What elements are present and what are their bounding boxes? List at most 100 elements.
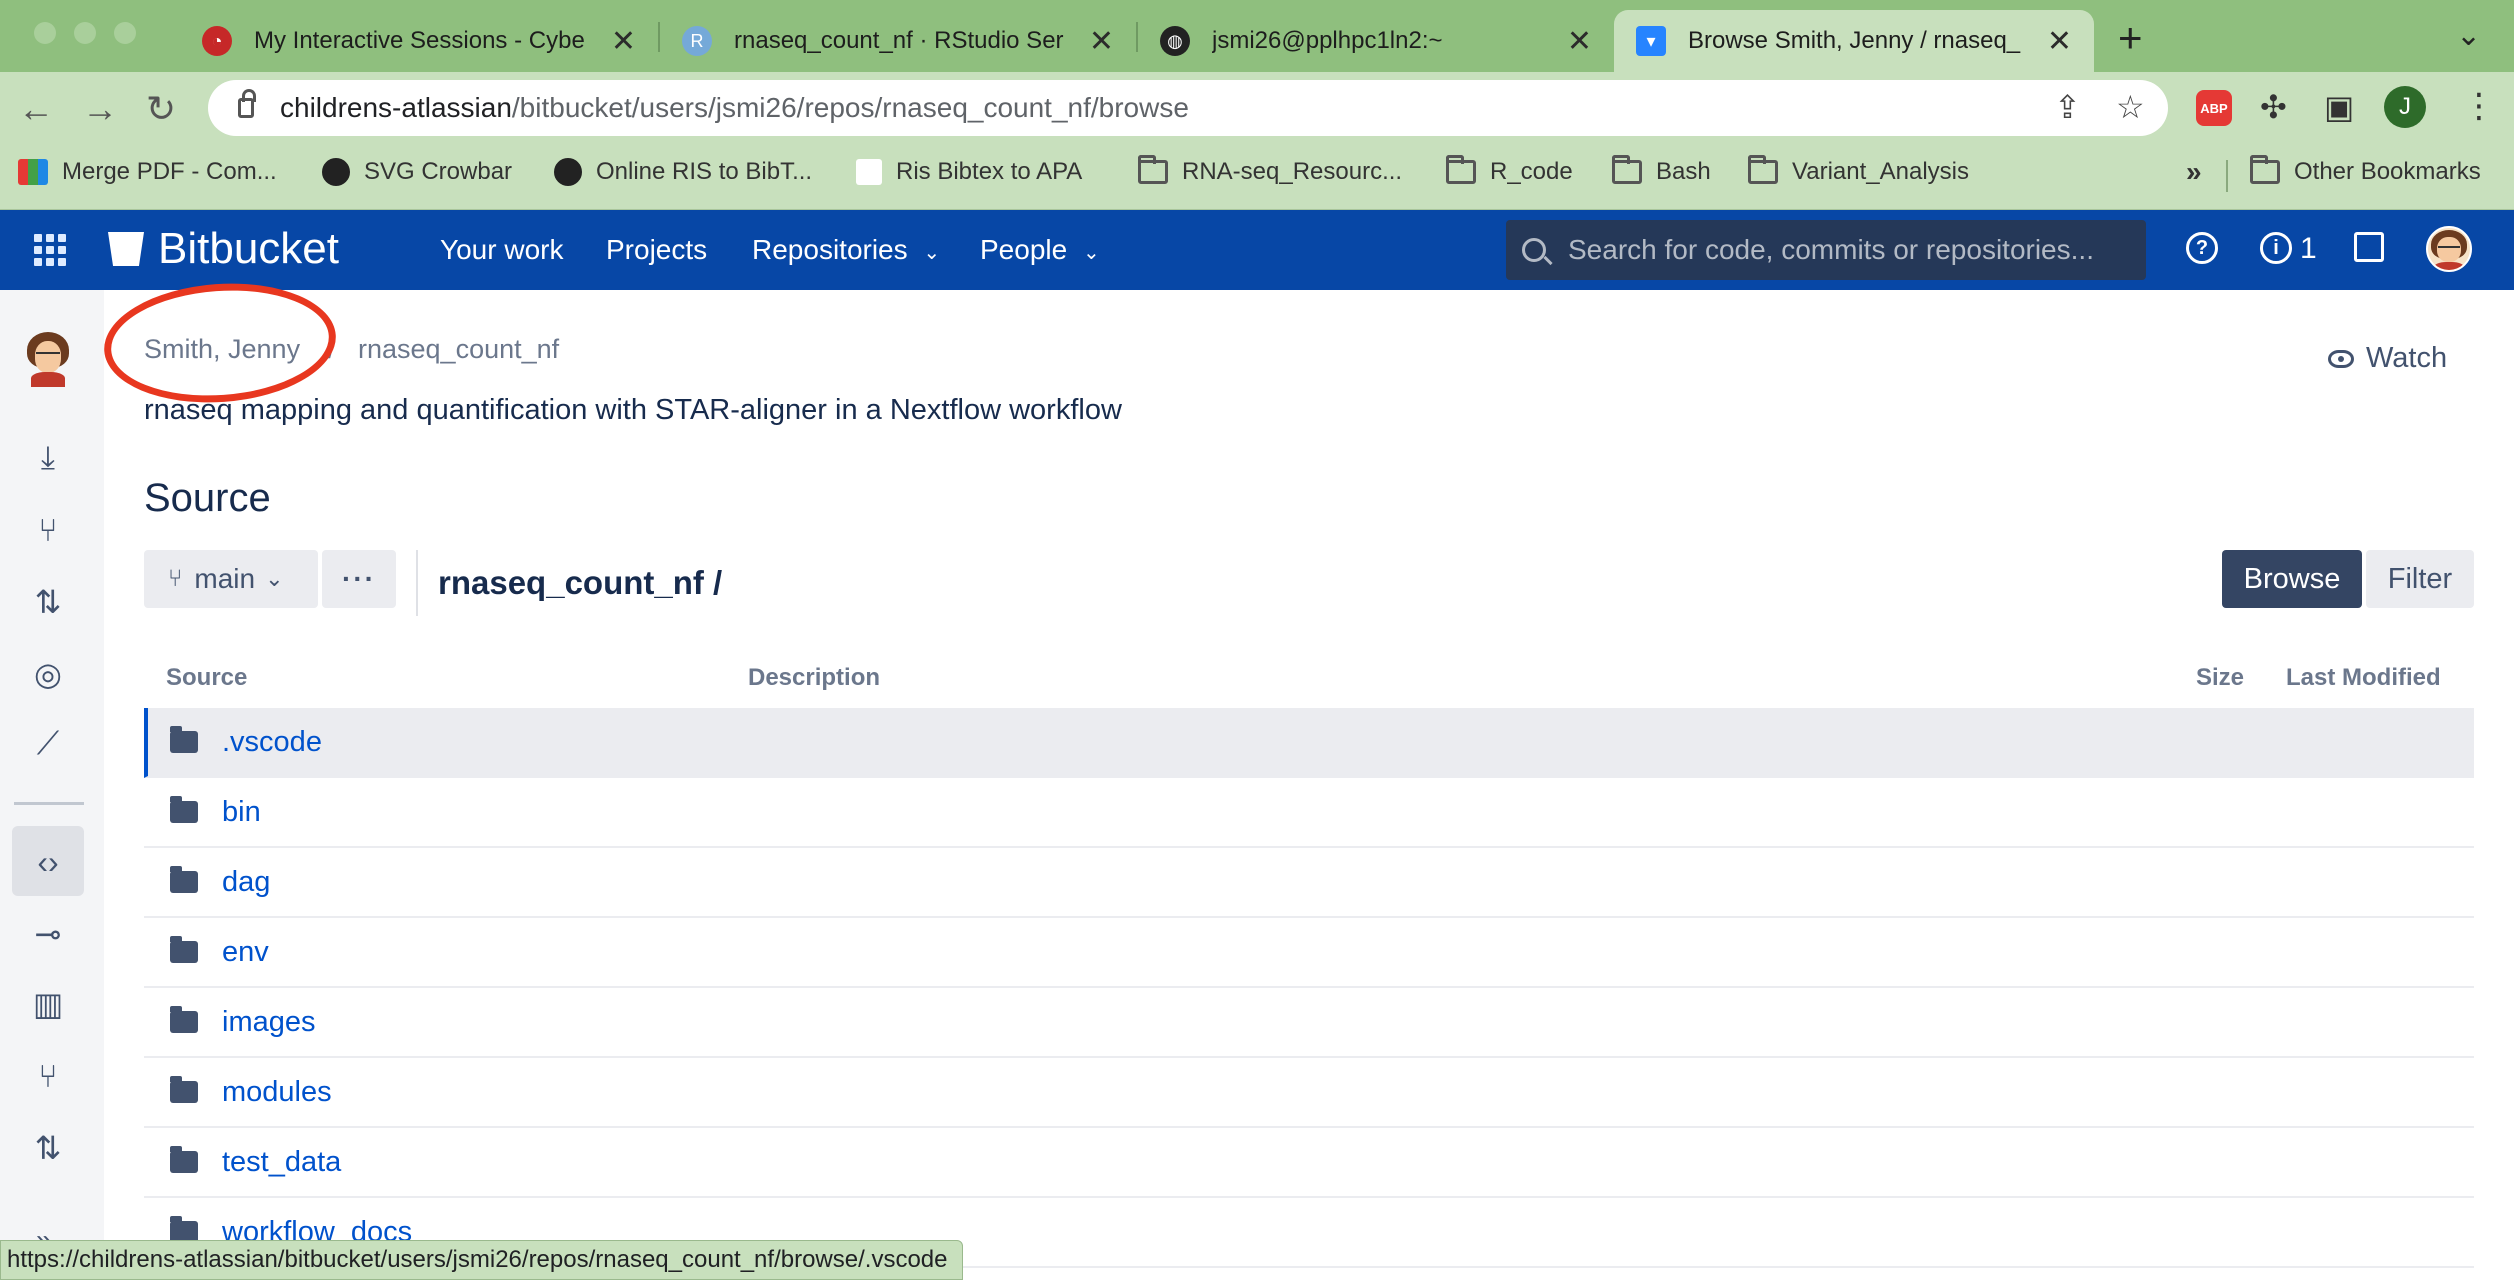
bitbucket-logo[interactable]: Bitbucket xyxy=(108,224,339,274)
app-switcher-icon[interactable] xyxy=(34,234,66,266)
tab-close-icon[interactable]: ✕ xyxy=(611,24,636,59)
bookmark-r-code[interactable]: R_code xyxy=(1446,155,1573,186)
bookmark-bash[interactable]: Bash xyxy=(1612,155,1711,186)
file-link[interactable]: modules xyxy=(222,1076,332,1109)
tab-search-chevron-icon[interactable]: ⌄ xyxy=(2456,18,2481,53)
browser-tab-rstudio[interactable]: R rnaseq_count_nf · RStudio Ser ✕ xyxy=(660,10,1136,72)
search-input[interactable] xyxy=(1568,234,2128,266)
notifications-count[interactable]: 1 xyxy=(2300,232,2317,266)
bookmarks-overflow-chevron[interactable]: » xyxy=(2186,156,2202,188)
nav-people[interactable]: People ⌄ xyxy=(980,234,1100,266)
eye-icon xyxy=(2328,349,2354,368)
tab-title: jsmi26@pplhpc1ln2:~ xyxy=(1212,27,1443,54)
filter-button[interactable]: Filter xyxy=(2366,550,2474,608)
table-row[interactable]: images xyxy=(144,988,2474,1058)
table-row[interactable]: test_data xyxy=(144,1128,2474,1198)
file-link[interactable]: .vscode xyxy=(222,726,322,759)
file-link[interactable]: images xyxy=(222,1006,316,1039)
nav-your-work[interactable]: Your work xyxy=(440,234,563,266)
branches-icon[interactable]: ⑂ xyxy=(28,1056,68,1096)
pull-requests-inbox-icon[interactable] xyxy=(2354,232,2384,262)
nav-projects[interactable]: Projects xyxy=(606,234,707,266)
table-row[interactable]: env xyxy=(144,918,2474,988)
browser-tab-bitbucket[interactable]: ▾ Browse Smith, Jenny / rnaseq_ ✕ xyxy=(1614,10,2094,72)
watch-button[interactable]: Watch xyxy=(2328,342,2447,375)
file-link[interactable]: bin xyxy=(222,796,261,829)
share-icon[interactable]: ⇪ xyxy=(2054,88,2081,126)
source-code-icon[interactable]: ‹› xyxy=(28,842,68,882)
notifications-info-icon[interactable]: i xyxy=(2260,232,2292,264)
insights-icon[interactable]: ⟋ xyxy=(28,724,68,764)
bookmark-merge-pdf[interactable]: Merge PDF - Com... xyxy=(18,158,277,186)
help-icon[interactable]: ? xyxy=(2186,232,2218,264)
current-path[interactable]: rnaseq_count_nf / xyxy=(438,564,722,602)
branch-selector[interactable]: ⑂ main ⌄ xyxy=(144,550,318,608)
path-divider xyxy=(416,550,418,616)
branch-name: main xyxy=(194,563,256,594)
nav-repositories-label: Repositories xyxy=(752,234,908,265)
folder-icon xyxy=(170,1006,198,1033)
globe-icon xyxy=(554,158,582,186)
bookmark-variant-analysis[interactable]: Variant_Analysis xyxy=(1748,155,1969,186)
forward-arrow-icon[interactable]: → xyxy=(82,88,118,130)
bookmark-svg-crowbar[interactable]: SVG Crowbar xyxy=(322,158,512,186)
side-panel-icon[interactable]: ▣ xyxy=(2324,88,2354,126)
merge-pdf-icon xyxy=(18,159,48,185)
browse-button[interactable]: Browse xyxy=(2222,550,2362,608)
browser-tab-cyber[interactable]: ◔ My Interactive Sessions - Cybe ✕ xyxy=(180,10,658,72)
tab-close-icon[interactable]: ✕ xyxy=(1089,24,1114,59)
file-link[interactable]: dag xyxy=(222,866,270,899)
folder-icon xyxy=(170,796,198,823)
browser-menu-icon[interactable]: ⋮ xyxy=(2462,86,2496,126)
globe-icon: ◍ xyxy=(1160,26,1190,56)
bookmark-star-icon[interactable]: ☆ xyxy=(2116,88,2145,126)
globe-icon xyxy=(322,158,350,186)
window-zoom-dot[interactable] xyxy=(114,22,136,44)
browser-tab-terminal[interactable]: ◍ jsmi26@pplhpc1ln2:~ ✕ xyxy=(1138,10,1614,72)
bookmark-online-ris[interactable]: Online RIS to BibT... xyxy=(554,158,812,186)
table-row[interactable]: dag xyxy=(144,848,2474,918)
reload-icon[interactable]: ↻ xyxy=(146,88,176,130)
bookmark-label: R_code xyxy=(1490,158,1573,185)
back-arrow-icon[interactable]: ← xyxy=(18,88,54,130)
file-link[interactable]: test_data xyxy=(222,1146,341,1179)
new-tab-button[interactable]: + xyxy=(2118,14,2143,62)
nav-people-label: People xyxy=(980,234,1068,265)
table-row[interactable]: modules xyxy=(144,1058,2474,1128)
table-row[interactable]: bin xyxy=(144,778,2474,848)
file-link[interactable]: env xyxy=(222,936,269,969)
compare-icon[interactable]: ◎ xyxy=(28,654,68,694)
column-header-source: Source xyxy=(166,664,248,691)
bookmark-ris-bibtex[interactable]: Ris Bibtex to APA xyxy=(856,158,1082,186)
folder-icon xyxy=(170,1146,198,1173)
tab-close-icon[interactable]: ✕ xyxy=(2047,24,2072,59)
pull-requests-icon[interactable]: ⇅ xyxy=(28,1128,68,1168)
folder-icon xyxy=(1446,155,1476,184)
window-minimize-dot[interactable] xyxy=(74,22,96,44)
sidebar-divider xyxy=(14,802,84,805)
create-pull-request-icon[interactable]: ⇅ xyxy=(28,582,68,622)
search-box[interactable] xyxy=(1506,220,2146,280)
url-host: childrens-atlassian xyxy=(280,92,512,123)
table-row[interactable]: .vscode xyxy=(144,708,2474,778)
branches-chart-icon[interactable]: ▥ xyxy=(28,984,68,1024)
clone-icon[interactable]: ⤓ xyxy=(28,438,68,478)
other-bookmarks[interactable]: Other Bookmarks xyxy=(2250,155,2481,186)
window-close-dot[interactable] xyxy=(34,22,56,44)
breadcrumb-repo[interactable]: rnaseq_count_nf xyxy=(358,334,559,365)
repo-owner-avatar[interactable] xyxy=(24,330,72,388)
more-actions-button[interactable]: ··· xyxy=(322,550,396,608)
nav-repositories[interactable]: Repositories ⌄ xyxy=(752,234,940,266)
chevron-down-icon: ⌄ xyxy=(265,566,284,591)
bookmark-rnaseq-resources[interactable]: RNA-seq_Resourc... xyxy=(1138,155,1402,186)
annotation-circle xyxy=(100,276,340,410)
tab-close-icon[interactable]: ✕ xyxy=(1567,24,1592,59)
extensions-puzzle-icon[interactable]: ✣ xyxy=(2260,88,2287,126)
create-branch-icon[interactable]: ⑂ xyxy=(28,510,68,550)
tab-title: rnaseq_count_nf · RStudio Ser xyxy=(734,27,1064,54)
profile-avatar[interactable]: J xyxy=(2384,86,2426,128)
address-bar[interactable]: childrens-atlassian/bitbucket/users/jsmi… xyxy=(208,80,2168,136)
commits-icon[interactable]: ⊸ xyxy=(28,914,68,954)
user-avatar[interactable] xyxy=(2426,226,2472,272)
adblock-plus-icon[interactable]: ABP xyxy=(2196,90,2232,126)
